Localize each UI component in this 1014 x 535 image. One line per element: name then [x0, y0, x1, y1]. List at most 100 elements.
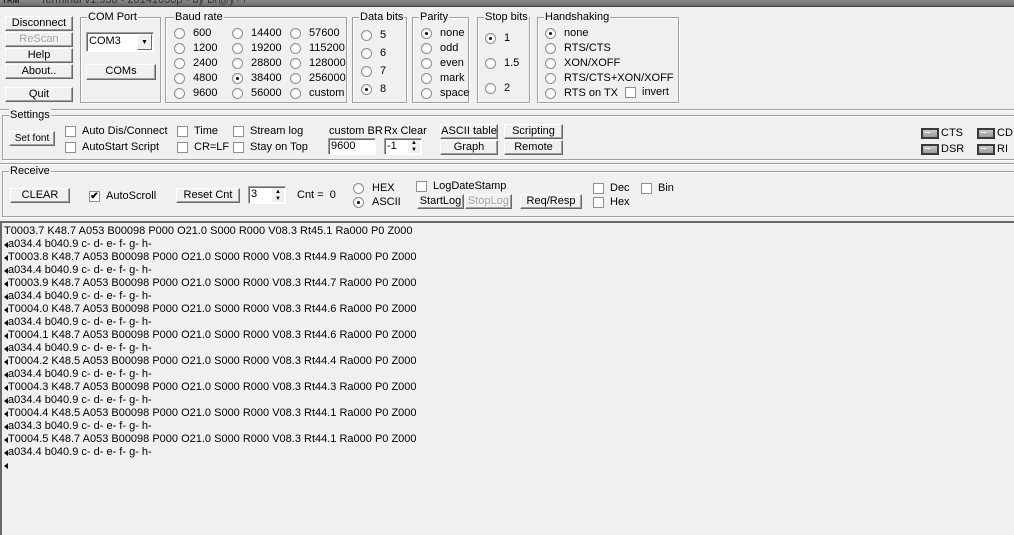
receive-terminal[interactable]: T0003.7 K48.7 A053 B00098 P000 O21.0 S00…: [0, 221, 1014, 535]
autoscroll-box[interactable]: ✔: [89, 190, 100, 202]
radio-button-icon[interactable]: [361, 65, 372, 77]
reset-cnt-button[interactable]: Reset Cnt: [176, 188, 240, 203]
about-button[interactable]: About..: [5, 64, 73, 79]
radio-button-icon[interactable]: [485, 82, 496, 94]
baud-1200-radio[interactable]: 1200: [174, 42, 217, 54]
radio-button-icon[interactable]: [232, 27, 243, 39]
data-bits-7-radio[interactable]: 7: [361, 65, 386, 77]
radio-button-icon[interactable]: [232, 87, 243, 99]
radio-button-icon[interactable]: [232, 57, 243, 69]
handshaking-rts-cts-radio[interactable]: RTS/CTS: [545, 42, 611, 54]
cr-lf-checkbox[interactable]: CR=LF: [177, 141, 229, 153]
radio-button-icon[interactable]: [353, 196, 364, 208]
parity-odd-radio[interactable]: odd: [421, 42, 458, 54]
data-bits-8-radio[interactable]: 8: [361, 83, 386, 95]
radio-button-icon[interactable]: [232, 42, 243, 54]
handshaking-rts-cts-xon-xoff-radio[interactable]: RTS/CTS+XON/XOFF: [545, 72, 674, 84]
radio-button-icon[interactable]: [290, 87, 301, 99]
com-port-select[interactable]: COM3 ▼: [86, 32, 154, 52]
stop-bits-1-5-radio[interactable]: 1.5: [485, 57, 519, 69]
radio-button-icon[interactable]: [421, 42, 432, 54]
handshaking-rts-on-tx-radio[interactable]: RTS on TX: [545, 87, 618, 99]
parity-none-radio[interactable]: none: [421, 27, 464, 39]
autoscroll-checkbox[interactable]: ✔ AutoScroll: [89, 190, 156, 202]
spin-down-icon[interactable]: ▼: [272, 195, 284, 202]
stay-on-top-checkbox[interactable]: Stay on Top: [233, 141, 308, 153]
time-box[interactable]: [177, 125, 188, 137]
bin-checkbox[interactable]: Bin: [641, 182, 674, 194]
baud-custom-radio[interactable]: custom: [290, 87, 344, 99]
parity-even-radio[interactable]: even: [421, 57, 464, 69]
dec-checkbox[interactable]: Dec: [593, 182, 630, 194]
radio-button-icon[interactable]: [485, 57, 496, 69]
baud-4800-radio[interactable]: 4800: [174, 72, 217, 84]
req-resp-button[interactable]: Req/Resp: [520, 194, 582, 209]
baud-38400-radio[interactable]: 38400: [232, 72, 282, 84]
baud-14400-radio[interactable]: 14400: [232, 27, 282, 39]
baud-2400-radio[interactable]: 2400: [174, 57, 217, 69]
baud-57600-radio[interactable]: 57600: [290, 27, 340, 39]
baud-9600-radio[interactable]: 9600: [174, 87, 217, 99]
radio-button-icon[interactable]: [421, 72, 432, 84]
invert-checkbox[interactable]: invert: [625, 86, 669, 98]
clear-button[interactable]: CLEAR: [10, 188, 70, 203]
hex-box[interactable]: [593, 196, 604, 208]
bin-box[interactable]: [641, 182, 652, 194]
parity-space-radio[interactable]: space: [421, 87, 469, 99]
disconnect-button[interactable]: Disconnect: [5, 16, 73, 31]
start-log-button[interactable]: StartLog: [417, 194, 464, 209]
mode-hex-radio[interactable]: HEX: [353, 182, 395, 194]
radio-button-icon[interactable]: [174, 27, 185, 39]
set-font-button[interactable]: Set font: [9, 131, 55, 146]
radio-button-icon[interactable]: [361, 29, 372, 41]
radio-button-icon[interactable]: [545, 57, 556, 69]
data-bits-5-radio[interactable]: 5: [361, 29, 386, 41]
stop-bits-2-radio[interactable]: 2: [485, 82, 510, 94]
radio-button-icon[interactable]: [290, 57, 301, 69]
radio-button-icon[interactable]: [174, 87, 185, 99]
quit-button[interactable]: Quit: [5, 87, 73, 102]
radio-button-icon[interactable]: [174, 42, 185, 54]
handshaking-xon-xoff-radio[interactable]: XON/XOFF: [545, 57, 620, 69]
stop-bits-1-radio[interactable]: 1: [485, 32, 510, 44]
radio-button-icon[interactable]: [361, 83, 372, 95]
radio-button-icon[interactable]: [361, 47, 372, 59]
rescan-button[interactable]: ReScan: [5, 32, 73, 47]
radio-button-icon[interactable]: [545, 27, 556, 39]
baud-128000-radio[interactable]: 128000: [290, 57, 346, 69]
radio-button-icon[interactable]: [290, 42, 301, 54]
stay-on-top-box[interactable]: [233, 141, 244, 153]
cnt-spin-buttons[interactable]: ▲ ▼: [272, 188, 284, 202]
radio-button-icon[interactable]: [353, 182, 364, 194]
mode-ascii-radio[interactable]: ASCII: [353, 196, 401, 208]
ascii-table-button[interactable]: ASCII table: [440, 124, 498, 139]
scripting-button[interactable]: Scripting: [504, 124, 563, 139]
baud-600-radio[interactable]: 600: [174, 27, 211, 39]
stream-log-checkbox[interactable]: Stream log: [233, 125, 303, 137]
radio-button-icon[interactable]: [421, 57, 432, 69]
radio-button-icon[interactable]: [174, 72, 185, 84]
parity-mark-radio[interactable]: mark: [421, 72, 464, 84]
auto-dis-connect-box[interactable]: [65, 125, 76, 137]
auto-dis-connect-checkbox[interactable]: Auto Dis/Connect: [65, 125, 168, 137]
stream-log-box[interactable]: [233, 125, 244, 137]
graph-button[interactable]: Graph: [440, 140, 498, 155]
time-checkbox[interactable]: Time: [177, 125, 218, 137]
coms-button[interactable]: COMs: [86, 64, 156, 80]
stop-log-button[interactable]: StopLog: [465, 194, 512, 209]
handshaking-none-radio[interactable]: none: [545, 27, 588, 39]
radio-button-icon[interactable]: [421, 27, 432, 39]
autostart-script-checkbox[interactable]: AutoStart Script: [65, 141, 159, 153]
log-date-stamp-checkbox[interactable]: LogDateStamp: [416, 180, 506, 192]
radio-button-icon[interactable]: [232, 72, 243, 84]
spin-down-icon[interactable]: ▼: [408, 146, 420, 153]
remote-button[interactable]: Remote: [504, 140, 563, 155]
autostart-script-box[interactable]: [65, 141, 76, 153]
custom-br-input[interactable]: 9600: [328, 138, 376, 155]
radio-button-icon[interactable]: [290, 72, 301, 84]
cr-lf-box[interactable]: [177, 141, 188, 153]
invert-checkbox-box[interactable]: [625, 86, 636, 98]
help-button[interactable]: Help: [5, 48, 73, 63]
rx-clear-spin-buttons[interactable]: ▲ ▼: [408, 140, 420, 153]
baud-28800-radio[interactable]: 28800: [232, 57, 282, 69]
